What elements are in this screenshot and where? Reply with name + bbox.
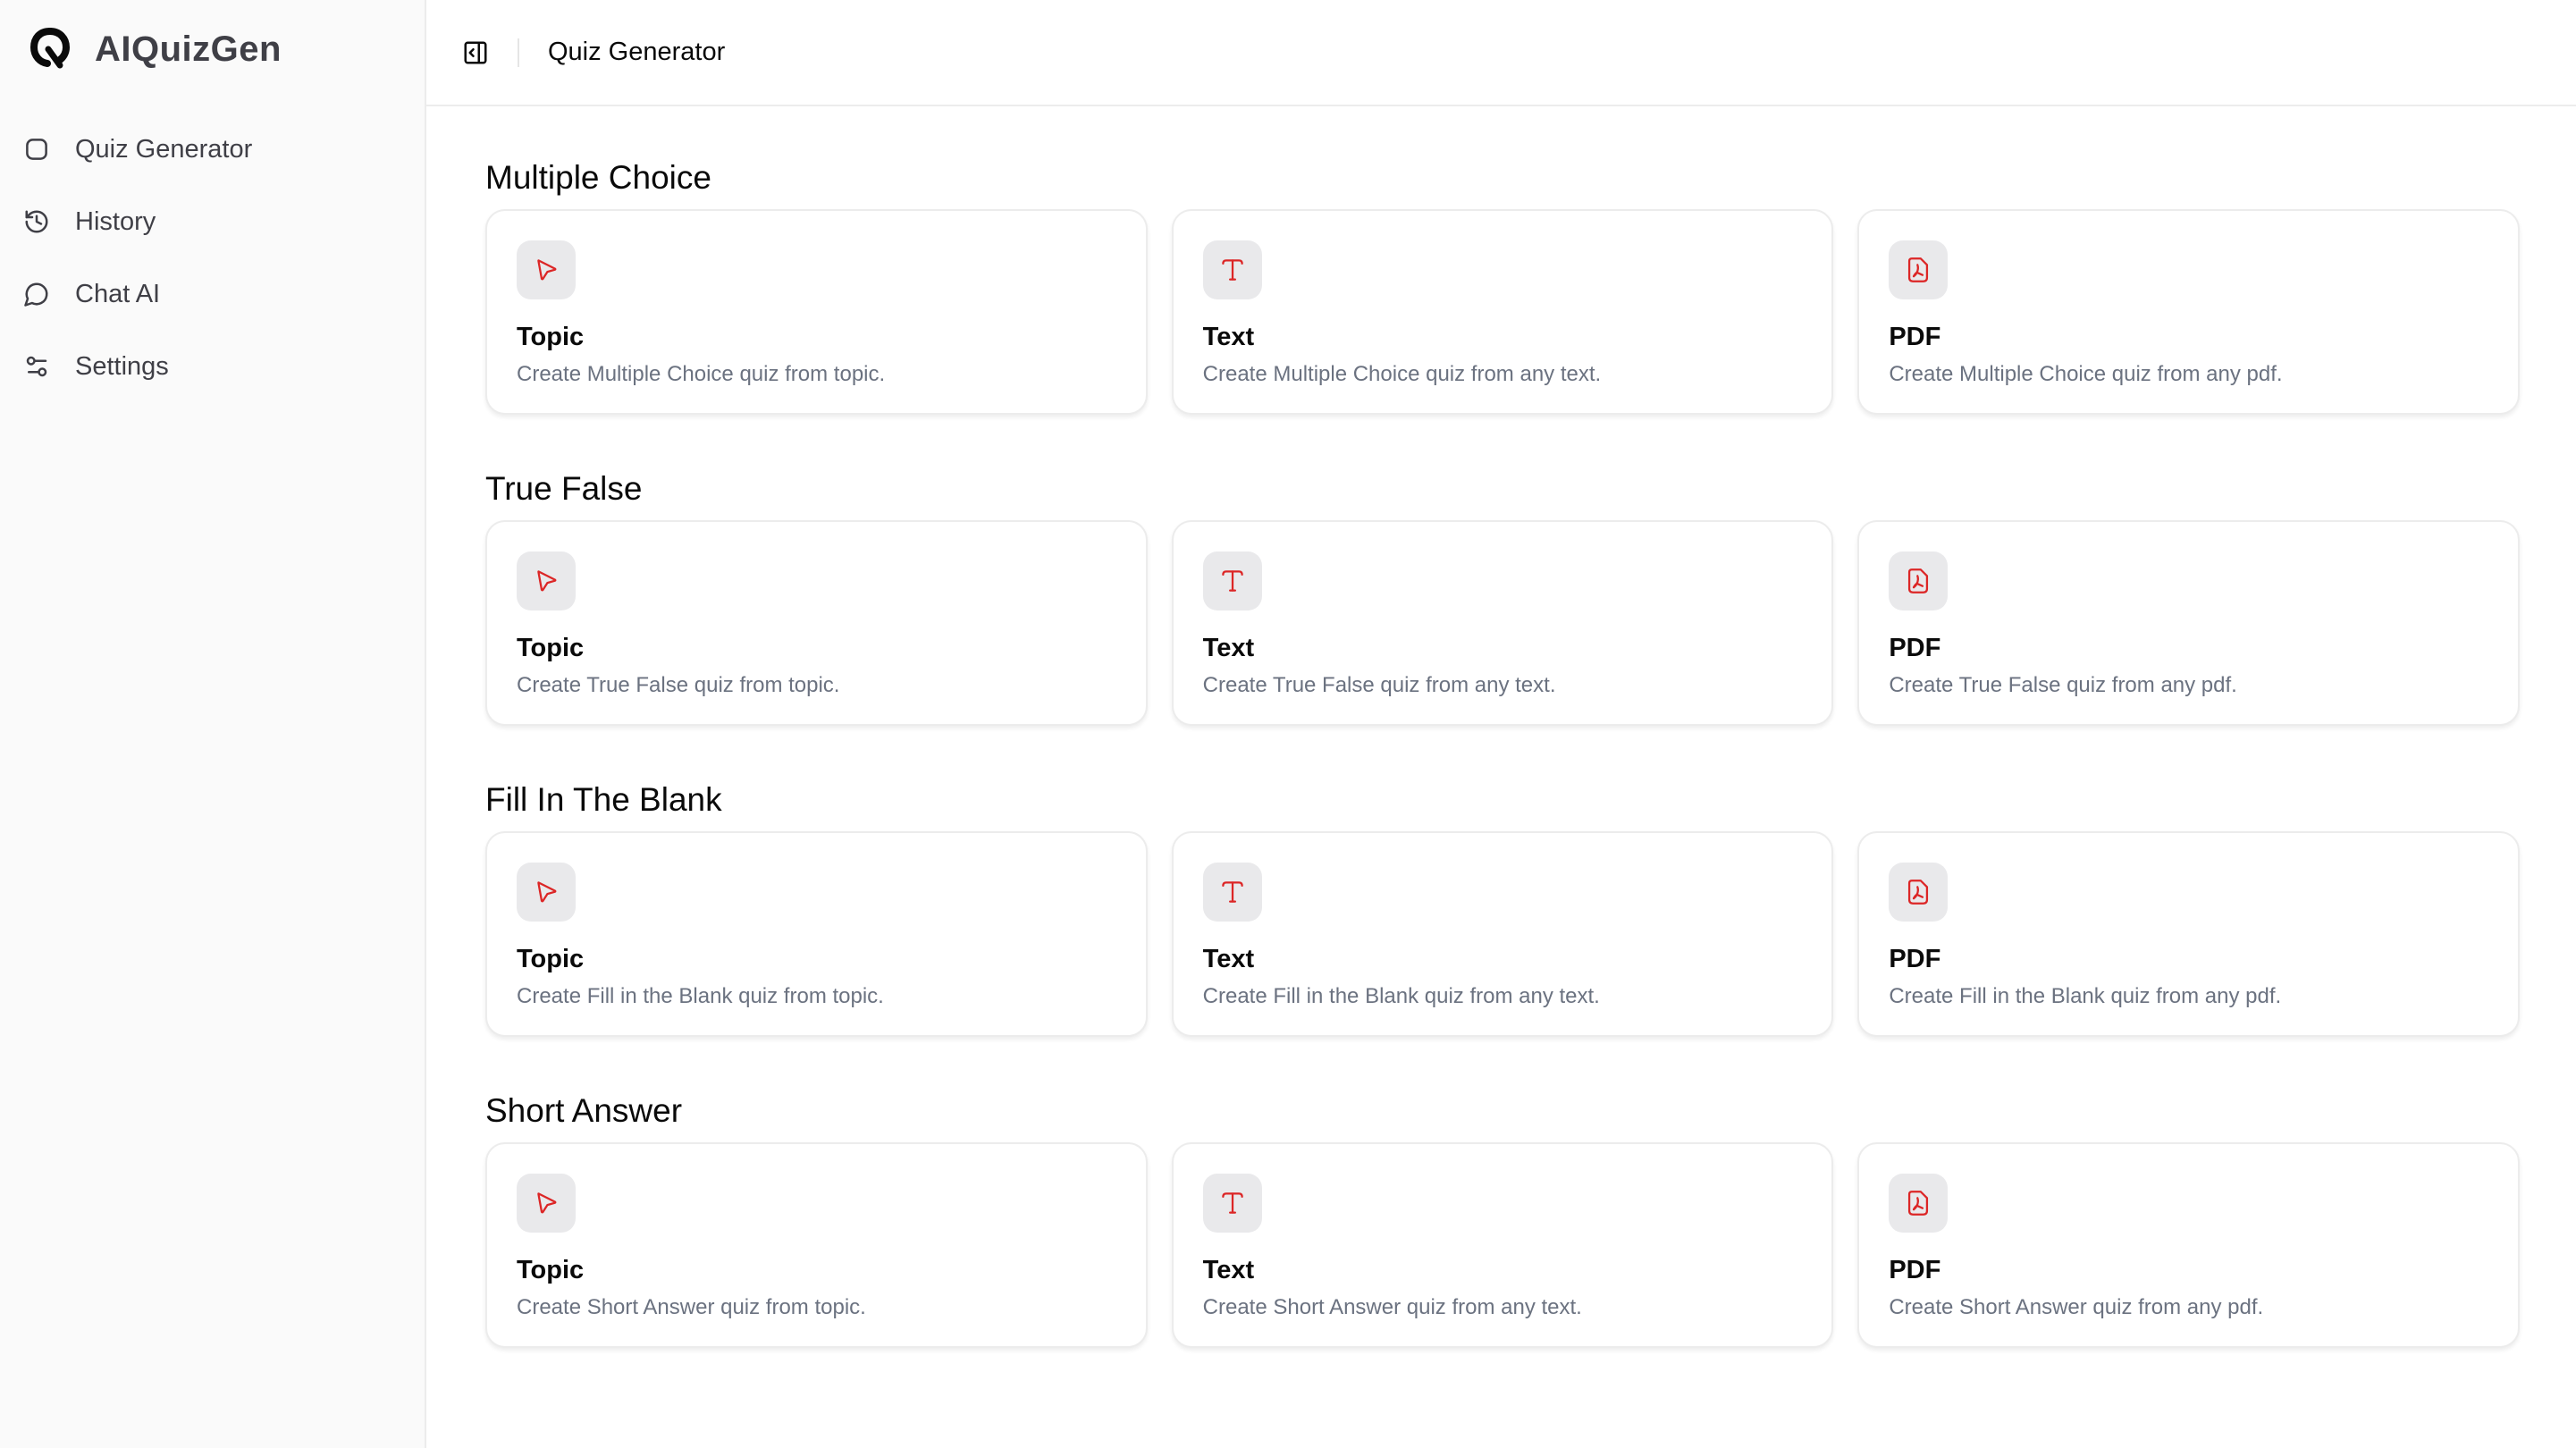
section-title: True False [485, 470, 643, 507]
sidebar-item-history[interactable]: History [13, 192, 412, 251]
card-icon-box [517, 863, 576, 922]
type-icon [1221, 1192, 1243, 1214]
card-title: Text [1202, 1256, 1255, 1284]
type-icon [1221, 570, 1243, 592]
sidebar-item-label: History [75, 206, 156, 236]
brand[interactable]: AIQuizGen [30, 27, 282, 72]
card-icon-box [1889, 240, 1949, 299]
breadcrumb-title: Quiz Generator [548, 38, 726, 66]
card-icon-box [1202, 551, 1262, 610]
sidebar-item-label: Settings [75, 351, 169, 381]
file-pdf-icon [1908, 257, 1929, 282]
main-area: Quiz Generator Multiple Choice Topic Cre… [426, 0, 2576, 1448]
card-description: Create True False quiz from topic. [517, 673, 840, 697]
card-title: PDF [1889, 634, 1941, 662]
card-multiple-choice-topic[interactable]: Topic Create Multiple Choice quiz from t… [485, 209, 1148, 415]
card-multiple-choice-text[interactable]: Text Create Multiple Choice quiz from an… [1171, 209, 1834, 415]
card-description: Create Fill in the Blank quiz from any t… [1202, 984, 1600, 1008]
card-description: Create Fill in the Blank quiz from any p… [1889, 984, 2282, 1008]
section-title: Multiple Choice [485, 159, 711, 196]
sidebar-toggle-button[interactable] [462, 39, 489, 66]
card-icon-box [517, 240, 576, 299]
app-root: AIQuizGen Quiz Generator History Chat AI… [0, 0, 2576, 1448]
file-pdf-icon [1908, 1191, 1929, 1216]
cursor-pointer-icon [537, 1192, 557, 1214]
type-icon [1221, 259, 1243, 281]
card-description: Create True False quiz from any text. [1202, 673, 1556, 697]
section-true-false: True False Topic Create True False quiz … [485, 467, 2520, 726]
card-title: PDF [1889, 945, 1941, 973]
sidebar-item-quiz-generator[interactable]: Quiz Generator [13, 120, 412, 179]
card-title: Topic [517, 323, 585, 351]
section-title: Fill In The Blank [485, 781, 722, 818]
cursor-pointer-icon [537, 881, 557, 903]
card-title: PDF [1889, 323, 1941, 351]
topbar: Quiz Generator [426, 0, 2576, 106]
card-icon-box [517, 551, 576, 610]
card-icon-box [1202, 863, 1262, 922]
card-short-answer-pdf[interactable]: PDF Create Short Answer quiz from any pd… [1857, 1142, 2520, 1348]
card-title: Topic [517, 945, 585, 973]
card-true-false-text[interactable]: Text Create True False quiz from any tex… [1171, 520, 1834, 726]
cursor-pointer-icon [537, 259, 557, 281]
section-fill-in-the-blank: Fill In The Blank Topic Create Fill in t… [485, 779, 2520, 1037]
logo-icon [30, 28, 70, 69]
card-description: Create True False quiz from any pdf. [1889, 673, 2237, 697]
sidebar-item-label: Chat AI [75, 279, 161, 308]
card-grid: Topic Create Multiple Choice quiz from t… [485, 209, 2520, 415]
file-pdf-icon [1908, 880, 1929, 905]
sidebar-item-label: Quiz Generator [75, 134, 253, 164]
card-icon-box [517, 1174, 576, 1233]
card-title: Topic [517, 1256, 585, 1284]
card-description: Create Short Answer quiz from any pdf. [1889, 1295, 2264, 1319]
panel-left-close-icon [464, 41, 487, 63]
file-pdf-icon [1908, 568, 1929, 594]
card-multiple-choice-pdf[interactable]: PDF Create Multiple Choice quiz from any… [1857, 209, 2520, 415]
card-icon-box [1202, 1174, 1262, 1233]
card-description: Create Short Answer quiz from any text. [1202, 1295, 1582, 1319]
card-description: Create Short Answer quiz from topic. [517, 1295, 866, 1319]
card-icon-box [1889, 1174, 1949, 1233]
card-icon-box [1202, 240, 1262, 299]
sidebar-item-chat-ai[interactable]: Chat AI [13, 265, 412, 324]
card-short-answer-topic[interactable]: Topic Create Short Answer quiz from topi… [485, 1142, 1148, 1348]
sidebar-nav: Quiz Generator History Chat AI Settings [0, 120, 425, 409]
history-icon [25, 210, 48, 233]
sidebar-item-settings[interactable]: Settings [13, 337, 412, 396]
card-title: Text [1202, 323, 1255, 351]
sliders-icon [26, 356, 47, 377]
content: Multiple Choice Topic Create Multiple Ch… [426, 106, 2576, 1348]
card-description: Create Multiple Choice quiz from any tex… [1202, 362, 1602, 386]
section-title: Short Answer [485, 1092, 683, 1129]
card-grid: Topic Create True False quiz from topic.… [485, 520, 2520, 726]
topbar-divider [518, 38, 519, 67]
card-fill-in-the-blank-pdf[interactable]: PDF Create Fill in the Blank quiz from a… [1857, 831, 2520, 1037]
sidebar: AIQuizGen Quiz Generator History Chat AI… [0, 0, 426, 1448]
card-icon-box [1889, 551, 1949, 610]
message-circle-icon [24, 282, 48, 307]
card-short-answer-text[interactable]: Text Create Short Answer quiz from any t… [1171, 1142, 1834, 1348]
card-title: Text [1202, 945, 1255, 973]
card-grid: Topic Create Fill in the Blank quiz from… [485, 831, 2520, 1037]
card-icon-box [1889, 863, 1949, 922]
card-description: Create Multiple Choice quiz from any pdf… [1889, 362, 2283, 386]
card-title: Text [1202, 634, 1255, 662]
card-true-false-topic[interactable]: Topic Create True False quiz from topic. [485, 520, 1148, 726]
section-multiple-choice: Multiple Choice Topic Create Multiple Ch… [485, 156, 2520, 415]
section-short-answer: Short Answer Topic Create Short Answer q… [485, 1090, 2520, 1348]
card-fill-in-the-blank-text[interactable]: Text Create Fill in the Blank quiz from … [1171, 831, 1834, 1037]
cursor-pointer-icon [537, 570, 557, 592]
type-icon [1221, 881, 1243, 903]
card-title: PDF [1889, 1256, 1941, 1284]
card-true-false-pdf[interactable]: PDF Create True False quiz from any pdf. [1857, 520, 2520, 726]
square-icon [26, 139, 47, 160]
card-fill-in-the-blank-topic[interactable]: Topic Create Fill in the Blank quiz from… [485, 831, 1148, 1037]
card-description: Create Fill in the Blank quiz from topic… [517, 984, 884, 1008]
card-description: Create Multiple Choice quiz from topic. [517, 362, 886, 386]
app-name: AIQuizGen [95, 29, 282, 69]
card-title: Topic [517, 634, 585, 662]
card-grid: Topic Create Short Answer quiz from topi… [485, 1142, 2520, 1348]
